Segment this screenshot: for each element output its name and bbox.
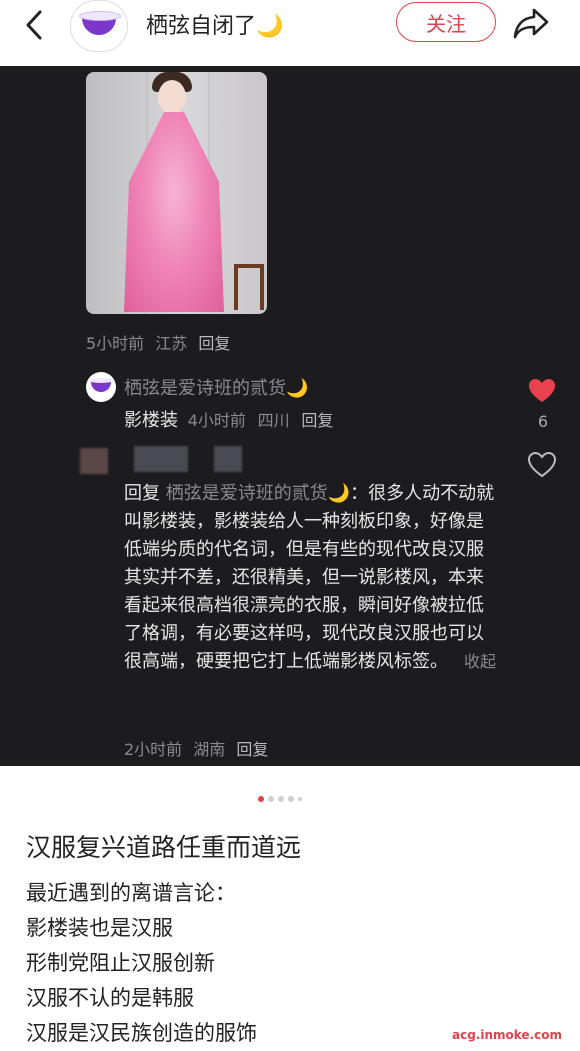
indicator-dot-active (258, 796, 264, 802)
reply-link[interactable]: 回复 (198, 334, 230, 353)
post-line: 汉服是汉民族创造的服饰 (26, 1021, 257, 1045)
top-bar: 栖弦自闭了🌙 关注 (0, 0, 580, 66)
share-icon[interactable] (512, 6, 550, 40)
bowl-avatar-icon (89, 378, 113, 392)
reply-link[interactable]: 回复 (301, 411, 333, 430)
watermark: acg.inmoke.com (452, 1028, 562, 1042)
author-avatar[interactable] (70, 0, 128, 52)
heart-outline-icon[interactable] (528, 452, 556, 478)
reply-target[interactable]: 栖弦是爱诗班的贰货🌙 (166, 483, 350, 504)
comment-section: 5小时前 江苏 回复 栖弦是爱诗班的贰货🌙 影楼装 4小时前 四川 回复 6 回… (0, 66, 580, 766)
stool (234, 264, 264, 310)
indicator-dot (288, 796, 294, 802)
indicator-dot (298, 797, 302, 801)
like-count: 6 (537, 412, 549, 431)
blurred-name (134, 446, 188, 472)
post-line: 形制党阻止汉服创新 (26, 951, 215, 975)
figure-head (158, 80, 186, 114)
post-body: 最近遇到的离谱言论： 影楼装也是汉服 形制党阻止汉服创新 汉服不认的是韩服 汉服… (26, 876, 257, 1051)
reply-long-text: 回复 栖弦是爱诗班的贰货🌙：很多人动不动就叫影楼装，影楼装给人一种刻板印象，好像… (124, 483, 497, 672)
blurred-name (214, 446, 242, 472)
comment-meta: 5小时前 江苏 回复 (86, 334, 231, 353)
carousel-indicator (258, 796, 302, 802)
reply-link[interactable]: 回复 (236, 740, 268, 759)
indicator-dot (278, 796, 284, 802)
comment-meta: 2小时前 湖南 回复 (124, 740, 269, 759)
blurred-avatar (80, 448, 108, 474)
back-icon[interactable] (18, 8, 52, 42)
reply-author[interactable]: 栖弦是爱诗班的贰货🌙 (124, 374, 308, 400)
follow-button[interactable]: 关注 (396, 2, 496, 42)
author-name[interactable]: 栖弦自闭了🌙 (146, 8, 283, 40)
reply-avatar[interactable] (86, 372, 116, 402)
comment-photo[interactable] (86, 72, 267, 314)
reply-text: 影楼装 4小时前 四川 回复 (124, 410, 334, 431)
heart-filled-icon[interactable] (528, 378, 556, 404)
post-title: 汉服复兴道路任重而道远 (26, 833, 302, 862)
indicator-dot (268, 796, 274, 802)
bowl-avatar-icon (79, 11, 121, 35)
collapse-link[interactable]: 收起 (464, 652, 496, 671)
post-line: 影楼装也是汉服 (26, 916, 173, 940)
post-line: 汉服不认的是韩服 (26, 986, 194, 1010)
post-line: 最近遇到的离谱言论： (26, 881, 236, 905)
